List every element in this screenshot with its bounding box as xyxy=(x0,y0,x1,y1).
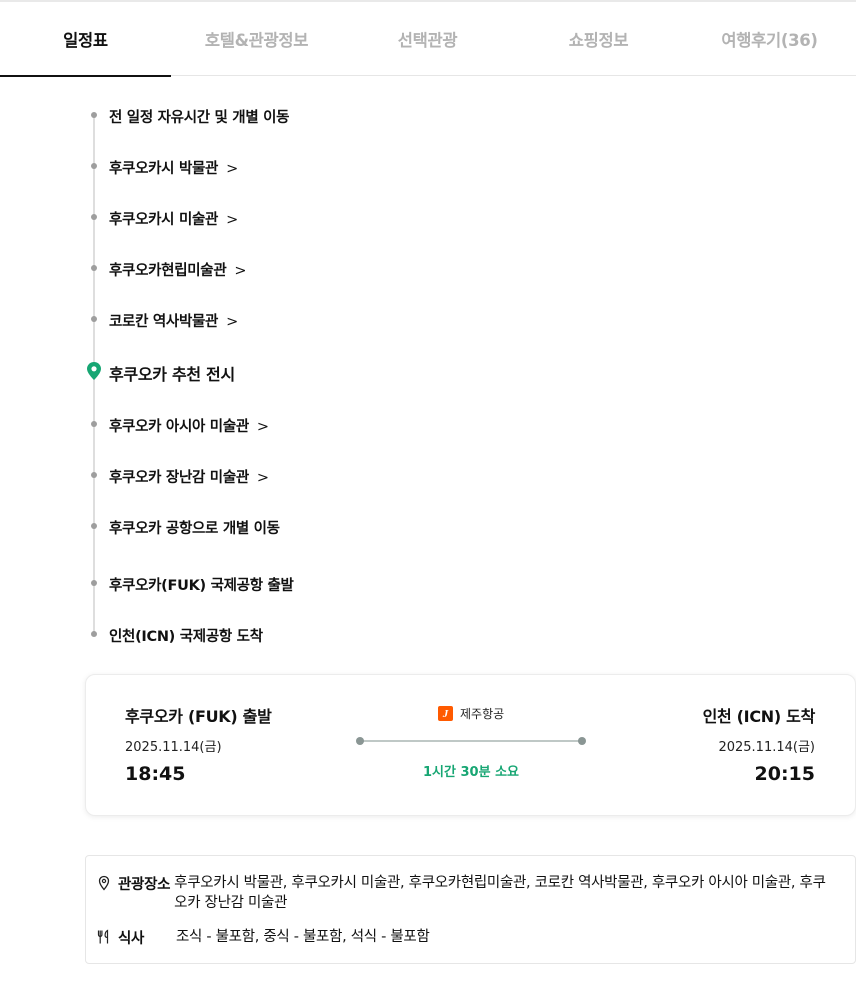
chevron-right-icon: > xyxy=(256,470,269,486)
tab-reviews[interactable]: 여행후기(36) xyxy=(684,2,855,76)
timeline-item-label: 후쿠오카시 박물관 xyxy=(109,161,219,177)
sightseeing-value: 후쿠오카시 박물관, 후쿠오카시 미술관, 후쿠오카현립미술관, 코로칸 역사박… xyxy=(174,875,826,911)
chevron-right-icon: > xyxy=(226,212,238,228)
arrival-title: 인천 (ICN) 도착 xyxy=(702,707,816,726)
departure-block: 후쿠오카 (FUK) 출발 2025.11.14(금) 18:45 xyxy=(125,703,272,785)
tab-schedule[interactable]: 일정표 xyxy=(0,2,171,77)
timeline-dot xyxy=(91,472,97,478)
location-pin-icon xyxy=(98,875,110,891)
location-pin-icon xyxy=(87,362,101,380)
meal-value: 조식 - 불포함, 중식 - 불포함, 석식 - 불포함 xyxy=(176,929,430,945)
arrival-block: 인천 (ICN) 도착 2025.11.14(금) 20:15 xyxy=(702,703,816,785)
arrival-time: 20:15 xyxy=(754,763,815,785)
fork-knife-icon xyxy=(97,929,109,944)
flight-duration: 1시간 30분 소요 xyxy=(423,765,519,780)
meal-row: 식사 조식 - 불포함, 중식 - 불포함, 석식 - 불포함 xyxy=(96,927,430,948)
sightseeing-key: 관광장소 xyxy=(118,877,171,893)
route-start-dot xyxy=(356,737,364,745)
timeline-dot xyxy=(91,421,97,427)
day-summary: 관광장소 후쿠오카시 박물관, 후쿠오카시 미술관, 후쿠오카현립미술관, 코로… xyxy=(85,855,856,964)
timeline-item-label: 인천(ICN) 국제공항 도착 xyxy=(109,629,263,645)
timeline-item-label: 후쿠오카현립미술관 xyxy=(109,263,227,279)
arrival-date: 2025.11.14(금) xyxy=(718,740,815,755)
airline: J 제주항공 xyxy=(438,705,504,722)
departure-time: 18:45 xyxy=(125,763,186,785)
chevron-right-icon: > xyxy=(226,314,238,330)
airline-logo-icon: J xyxy=(438,706,453,721)
schedule-timeline: 전 일정 자유시간 및 개별 이동 후쿠오카시 박물관 > 후쿠오카시 미술관 > … xyxy=(0,76,856,666)
airline-name: 제주항공 xyxy=(460,707,505,721)
tab-optional-tours[interactable]: 선택관광 xyxy=(342,2,513,76)
departure-date: 2025.11.14(금) xyxy=(125,740,222,755)
timeline-item-label: 후쿠오카 추천 전시 xyxy=(109,365,235,384)
tab-shopping[interactable]: 쇼핑정보 xyxy=(513,2,684,76)
timeline-dot xyxy=(91,631,97,637)
timeline-dot xyxy=(91,523,97,529)
chevron-right-icon: > xyxy=(256,419,269,435)
sightseeing-row: 관광장소 후쿠오카시 박물관, 후쿠오카시 미술관, 후쿠오카현립미술관, 코로… xyxy=(96,873,846,913)
chevron-right-icon: > xyxy=(234,263,247,279)
chevron-right-icon: > xyxy=(226,161,238,177)
timeline-item-label: 전 일정 자유시간 및 개별 이동 xyxy=(109,110,290,126)
itinerary-tabs: 일정표 호텔&관광정보 선택관광 쇼핑정보 여행후기(36) xyxy=(0,2,856,77)
timeline-item-label: 후쿠오카 아시아 미술관 xyxy=(109,419,249,435)
route-line xyxy=(359,740,581,742)
timeline-item-label: 후쿠오카 공항으로 개별 이동 xyxy=(109,521,280,537)
timeline-dot xyxy=(91,163,97,169)
timeline-dot xyxy=(91,316,97,322)
timeline-item-label: 코로칸 역사박물관 xyxy=(109,314,219,330)
timeline-dot xyxy=(91,214,97,220)
flight-route: J 제주항공 1시간 30분 소요 xyxy=(356,703,586,783)
timeline-dot xyxy=(91,580,97,586)
route-end-dot xyxy=(578,737,586,745)
timeline-dot xyxy=(91,265,97,271)
timeline-item-label: 후쿠오카시 미술관 xyxy=(109,212,219,228)
flight-card: 후쿠오카 (FUK) 출발 2025.11.14(금) 18:45 J 제주항공… xyxy=(85,674,856,816)
timeline-dot xyxy=(91,112,97,118)
tab-hotel-sightseeing[interactable]: 호텔&관광정보 xyxy=(171,2,342,76)
timeline-item-label: 후쿠오카(FUK) 국제공항 출발 xyxy=(109,578,294,594)
meal-key: 식사 xyxy=(118,931,145,947)
timeline-item-label: 후쿠오카 장난감 미술관 xyxy=(109,470,249,486)
departure-title: 후쿠오카 (FUK) 출발 xyxy=(125,707,272,726)
